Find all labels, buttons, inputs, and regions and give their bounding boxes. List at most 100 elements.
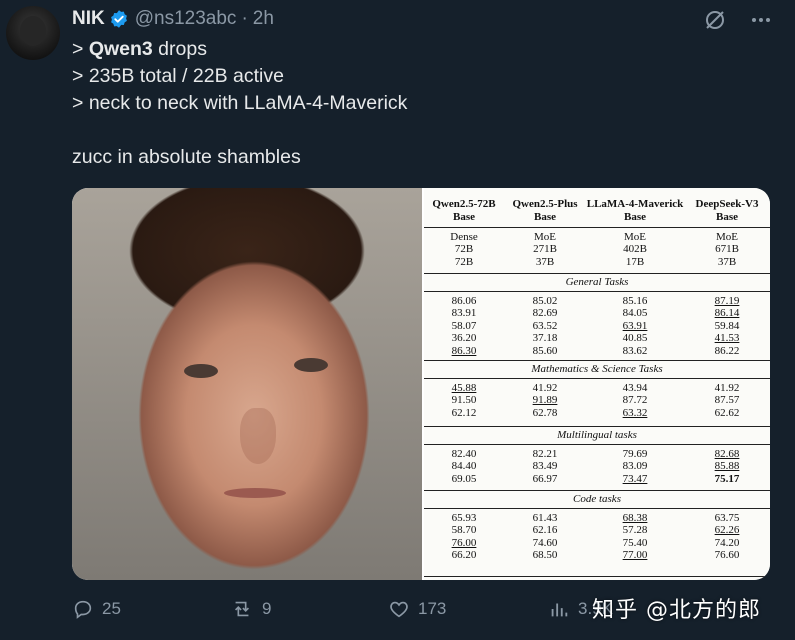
table-cell: 45.88 bbox=[451, 382, 477, 394]
views-icon bbox=[551, 603, 568, 617]
repost-count: 9 bbox=[262, 599, 272, 618]
table-cell: 62.26 bbox=[714, 524, 740, 537]
table-cell: 75.40 bbox=[622, 536, 648, 549]
table-cell: Base bbox=[534, 211, 556, 223]
table-cell: 62.16 bbox=[532, 524, 558, 537]
table-cell: 84.05 bbox=[622, 307, 648, 320]
reply-button[interactable]: 25 bbox=[72, 598, 121, 620]
table-cell: 82.68 bbox=[714, 448, 740, 460]
table-cell: 66.20 bbox=[451, 549, 477, 562]
table-cell: 66.97 bbox=[532, 472, 558, 485]
repost-icon bbox=[234, 601, 250, 617]
tweet-header: NIK @ns123abc · 2h bbox=[72, 8, 274, 30]
table-cell: 17B bbox=[625, 255, 645, 268]
table-cell: 40.85 bbox=[622, 332, 648, 345]
table-cell: 41.53 bbox=[714, 332, 740, 345]
table-cell: 63.32 bbox=[622, 406, 648, 419]
table-cell: 68.38 bbox=[622, 512, 648, 524]
table-cell: 58.07 bbox=[451, 319, 477, 332]
tweet-line-1: > Qwen3 drops bbox=[72, 38, 207, 60]
benchmark-table-image[interactable]: Qwen2.5-72B Qwen2.5-Plus LLaMA-4-Maverick D… bbox=[424, 188, 770, 580]
author-avatar[interactable] bbox=[6, 6, 60, 60]
table-section-title: Mathematics & Science Tasks bbox=[531, 363, 663, 375]
table-cell: 83.09 bbox=[622, 460, 648, 473]
table-cell: 87.19 bbox=[714, 295, 740, 307]
separator-dot: · bbox=[241, 8, 248, 29]
table-cell: 68.50 bbox=[532, 549, 558, 562]
table-section-title: Code tasks bbox=[573, 493, 621, 505]
table-cell: 76.00 bbox=[451, 536, 477, 549]
table-cell: Dense bbox=[450, 231, 478, 243]
author-handle[interactable]: @ns123abc bbox=[135, 8, 237, 30]
table-cell: 58.70 bbox=[451, 524, 477, 537]
table-cell: MoE bbox=[534, 231, 556, 243]
table-cell: 91.50 bbox=[451, 394, 477, 407]
table-cell: 37B bbox=[717, 255, 737, 268]
table-cell: 41.92 bbox=[714, 382, 740, 394]
table-cell: 85.02 bbox=[532, 295, 558, 307]
table-cell: 77.00 bbox=[622, 549, 648, 562]
table-cell: LLaMA-4-Maverick bbox=[586, 198, 684, 210]
table-cell: 74.20 bbox=[714, 536, 740, 549]
table-cell: 83.91 bbox=[451, 307, 477, 320]
table-cell: 57.28 bbox=[622, 524, 648, 537]
table-cell: 86.30 bbox=[451, 344, 477, 357]
table-cell: 82.40 bbox=[451, 448, 477, 460]
table-cell: 59.84 bbox=[714, 319, 740, 332]
table-cell: 86.14 bbox=[714, 307, 740, 320]
table-cell: 85.60 bbox=[532, 344, 558, 357]
like-button[interactable]: 173 bbox=[388, 598, 446, 620]
repost-button[interactable]: 9 bbox=[230, 598, 271, 620]
table-cell: 83.62 bbox=[622, 344, 648, 357]
table-cell: 671B bbox=[715, 243, 739, 256]
table-cell: Base bbox=[624, 211, 646, 223]
grok-icon[interactable] bbox=[703, 8, 727, 32]
table-cell: 85.16 bbox=[622, 295, 648, 307]
table-cell: 63.91 bbox=[622, 319, 648, 332]
table-cell: 72B bbox=[454, 255, 474, 268]
table-cell: 62.78 bbox=[532, 406, 558, 419]
tweet-media[interactable]: Qwen2.5-72B Qwen2.5-Plus LLaMA-4-Maverick D… bbox=[72, 188, 770, 580]
portrait-photo[interactable] bbox=[72, 188, 422, 580]
reply-icon bbox=[74, 600, 92, 619]
table-cell: 75.17 bbox=[714, 472, 740, 485]
reply-count: 25 bbox=[102, 599, 121, 618]
heart-icon bbox=[390, 601, 408, 618]
table-section-title: Multilingual tasks bbox=[557, 429, 637, 441]
table-cell: 43.94 bbox=[622, 382, 648, 394]
author-name[interactable]: NIK bbox=[72, 8, 105, 30]
table-cell: 37B bbox=[535, 255, 555, 268]
table-cell: Base bbox=[453, 211, 475, 223]
table-cell: 41.92 bbox=[532, 382, 558, 394]
more-options-icon[interactable] bbox=[749, 8, 773, 32]
watermark: 知乎 @北方的郎 bbox=[592, 598, 761, 623]
verified-badge-icon bbox=[109, 9, 129, 29]
tweet-text: > Qwen3 drops > 235B total / 22B active … bbox=[72, 36, 407, 171]
table-cell: MoE bbox=[716, 231, 738, 243]
table-cell: 63.75 bbox=[714, 512, 740, 524]
table-cell: 84.40 bbox=[451, 460, 477, 473]
tweet-timestamp[interactable]: 2h bbox=[253, 8, 274, 30]
table-cell: Qwen2.5-Plus bbox=[512, 198, 578, 210]
table-cell: 86.06 bbox=[451, 295, 477, 307]
table-cell: 83.49 bbox=[532, 460, 558, 473]
table-cell: 62.12 bbox=[451, 406, 477, 419]
table-cell: 82.21 bbox=[532, 448, 558, 460]
table-cell: 91.89 bbox=[532, 394, 558, 407]
table-cell: 82.69 bbox=[532, 307, 558, 320]
tweet-closing-line: zucc in absolute shambles bbox=[72, 146, 301, 168]
table-cell: 271B bbox=[533, 243, 557, 256]
table-cell: 87.57 bbox=[714, 394, 740, 407]
table-section-title: General Tasks bbox=[565, 276, 629, 288]
like-count: 173 bbox=[418, 599, 447, 618]
table-cell: 69.05 bbox=[451, 472, 477, 485]
table-cell: 76.60 bbox=[714, 549, 740, 562]
table-cell: 63.52 bbox=[532, 319, 558, 332]
table-cell: 72B bbox=[454, 243, 474, 256]
table-cell: 37.18 bbox=[532, 332, 558, 345]
table-cell: 74.60 bbox=[532, 536, 558, 549]
table-cell: Base bbox=[716, 211, 738, 223]
table-cell: 36.20 bbox=[451, 332, 477, 345]
table-cell: 85.88 bbox=[714, 460, 740, 473]
tweet-line-3: > neck to neck with LLaMA-4-Maverick bbox=[72, 92, 408, 114]
